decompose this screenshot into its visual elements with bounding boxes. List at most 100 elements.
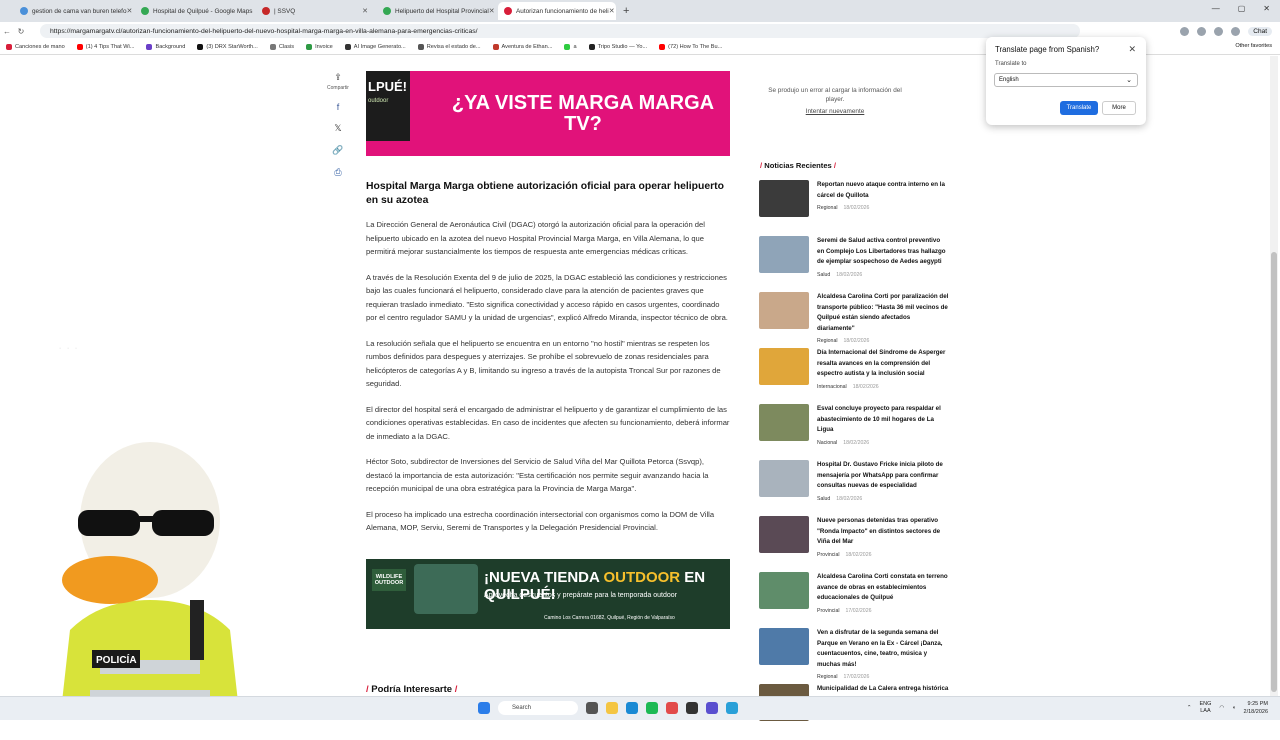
bookmark[interactable]: Tripo Studio — Yo... [588, 44, 647, 50]
news-title[interactable]: Día Internacional del Síndrome de Asperg… [817, 348, 949, 380]
refresh-icon[interactable]: ↻ [14, 27, 28, 36]
more-button[interactable]: More [1102, 101, 1136, 115]
news-thumbnail[interactable] [759, 236, 809, 273]
facebook-icon[interactable]: f [337, 102, 340, 112]
news-thumbnail[interactable] [759, 180, 809, 217]
chevron-up-icon[interactable]: ⌃ [1187, 705, 1192, 711]
wifi-icon[interactable]: ◠ [1219, 705, 1224, 711]
news-title[interactable]: Nueve personas detenidas tras operativo … [817, 516, 949, 548]
url-field[interactable]: https://margamargatv.cl/autorizan-funcio… [40, 24, 1080, 38]
volume-icon[interactable]: ◖ [1232, 705, 1235, 711]
news-title[interactable]: Alcaldesa Carolina Corti por paralizació… [817, 292, 949, 334]
windows-start-icon[interactable] [478, 702, 490, 714]
browser-tab-active[interactable]: Autorizan funcionamiento de heli ✕ [498, 2, 616, 20]
copy-link-icon[interactable]: 🔗 [332, 145, 343, 156]
x-share-icon[interactable]: 𝕏 [334, 123, 341, 134]
app-icon[interactable] [706, 702, 718, 714]
bookmark[interactable]: Canciones de mano [6, 44, 65, 50]
news-thumbnail[interactable] [759, 628, 809, 665]
news-thumbnail[interactable] [759, 460, 809, 497]
edge-icon[interactable] [626, 702, 638, 714]
task-view-icon[interactable] [586, 702, 598, 714]
news-category[interactable]: Regional [817, 674, 837, 680]
news-category[interactable]: Provincial [817, 552, 840, 558]
extensions-icon[interactable] [1214, 26, 1224, 36]
news-item[interactable]: Hospital Dr. Gustavo Fricke inicia pilot… [759, 460, 951, 516]
outdoor-store-banner[interactable]: WILDLIFE OUTDOOR ¡NUEVA TIENDA OUTDOOR E… [366, 559, 730, 629]
recent-news-heading: / Noticias Recientes / [760, 161, 837, 170]
news-thumbnail[interactable] [759, 404, 809, 441]
bookmark[interactable]: AI Image Generato... [344, 44, 406, 50]
news-thumbnail[interactable] [759, 292, 809, 329]
close-window-icon[interactable]: ✕ [1263, 4, 1270, 13]
scrollbar-thumb[interactable] [1271, 252, 1277, 692]
news-item[interactable]: Alcaldesa Carolina Corti constata en ter… [759, 572, 951, 628]
news-item[interactable]: Esval concluye proyecto para respaldar e… [759, 404, 951, 460]
news-category[interactable]: Nacional [817, 440, 837, 446]
language-select[interactable]: English ⌄ [994, 73, 1138, 87]
retry-link[interactable]: Intentar nuevamente [760, 107, 910, 116]
chat-button[interactable]: Chat [1248, 26, 1272, 36]
marga-marga-tv-banner[interactable]: LPUÉ! outdoor ¿YA VISTE MARGA MARGA TV? [366, 71, 730, 156]
bookmark[interactable]: Invoice [306, 44, 333, 50]
browser-tab[interactable]: | SSVQ ✕ [256, 2, 374, 20]
news-title[interactable]: Reportan nuevo ataque contra interno en … [817, 180, 949, 201]
news-thumbnail[interactable] [759, 348, 809, 385]
news-title[interactable]: Municipalidad de La Calera entrega histó… [817, 684, 949, 695]
close-icon[interactable]: ✕ [252, 7, 253, 15]
news-category[interactable]: Regional [817, 205, 837, 211]
app-icon[interactable] [686, 702, 698, 714]
minimize-icon[interactable]: — [1212, 4, 1220, 13]
news-item[interactable]: Nueve personas detenidas tras operativo … [759, 516, 951, 572]
spotify-icon[interactable] [646, 702, 658, 714]
news-title[interactable]: Hospital Dr. Gustavo Fricke inicia pilot… [817, 460, 949, 492]
close-icon[interactable]: ✕ [1128, 44, 1136, 55]
taskbar-search[interactable]: Search [498, 701, 578, 715]
translate-icon[interactable] [1180, 26, 1190, 36]
back-icon[interactable]: ← [0, 27, 14, 36]
bookmark[interactable]: Aventura de Ethan... [492, 44, 552, 50]
bookmark[interactable]: (3) DRX StarWorth... [197, 44, 258, 50]
profile-avatar[interactable] [1231, 26, 1241, 36]
news-category[interactable]: Regional [817, 338, 837, 344]
browser-tab[interactable]: Helipuerto del Hospital Provincial ✕ [377, 2, 495, 20]
browser-tab[interactable]: gestion de cama van buren telefo ✕ [14, 2, 132, 20]
bookmark[interactable]: (72) How To The Bu... [659, 44, 722, 50]
news-item[interactable]: Ven a disfrutar de la segunda semana del… [759, 628, 951, 684]
news-item[interactable]: Seremi de Salud activa control preventiv… [759, 236, 951, 292]
close-icon[interactable]: ✕ [127, 7, 132, 15]
news-category[interactable]: Provincial [817, 608, 840, 614]
news-thumbnail[interactable] [759, 516, 809, 553]
news-item[interactable]: Reportan nuevo ataque contra interno en … [759, 180, 951, 236]
favorite-star-icon[interactable] [1197, 26, 1207, 36]
news-title[interactable]: Alcaldesa Carolina Corti constata en ter… [817, 572, 949, 604]
print-icon[interactable]: ⎙ [334, 167, 341, 178]
close-icon[interactable]: ✕ [489, 7, 495, 15]
file-explorer-icon[interactable] [606, 702, 618, 714]
other-favorites[interactable]: Other favorites [1235, 43, 1272, 49]
news-title[interactable]: Esval concluye proyecto para respaldar e… [817, 404, 949, 436]
app-icon[interactable] [726, 702, 738, 714]
news-category[interactable]: Internacional [817, 384, 847, 390]
maximize-icon[interactable]: ▢ [1238, 4, 1246, 13]
news-thumbnail[interactable] [759, 572, 809, 609]
news-title[interactable]: Seremi de Salud activa control preventiv… [817, 236, 949, 268]
clock[interactable]: 9:25 PM 2/18/2026 [1244, 700, 1268, 716]
bookmark[interactable]: (1) 4 Tips That Wi... [76, 44, 134, 50]
browser-tab[interactable]: Hospital de Quilpué - Google Maps✕ [135, 2, 253, 20]
news-category[interactable]: Salud [817, 272, 830, 278]
bookmark[interactable]: Background [146, 44, 185, 50]
bookmark[interactable]: Revisa el estado de... [417, 44, 481, 50]
new-tab-icon[interactable]: + [623, 5, 629, 17]
close-icon[interactable]: ✕ [609, 7, 615, 15]
news-title[interactable]: Ven a disfrutar de la segunda semana del… [817, 628, 949, 670]
news-category[interactable]: Salud [817, 496, 830, 502]
close-icon[interactable]: ✕ [362, 7, 368, 15]
bookmark[interactable]: a [564, 44, 577, 50]
share-icon[interactable]: ⇪ [334, 72, 342, 83]
bookmark[interactable]: Clasis [269, 44, 294, 50]
translate-button[interactable]: Translate [1060, 101, 1098, 115]
news-item[interactable]: Alcaldesa Carolina Corti por paralizació… [759, 292, 951, 348]
app-icon[interactable] [666, 702, 678, 714]
news-item[interactable]: Día Internacional del Síndrome de Asperg… [759, 348, 951, 404]
